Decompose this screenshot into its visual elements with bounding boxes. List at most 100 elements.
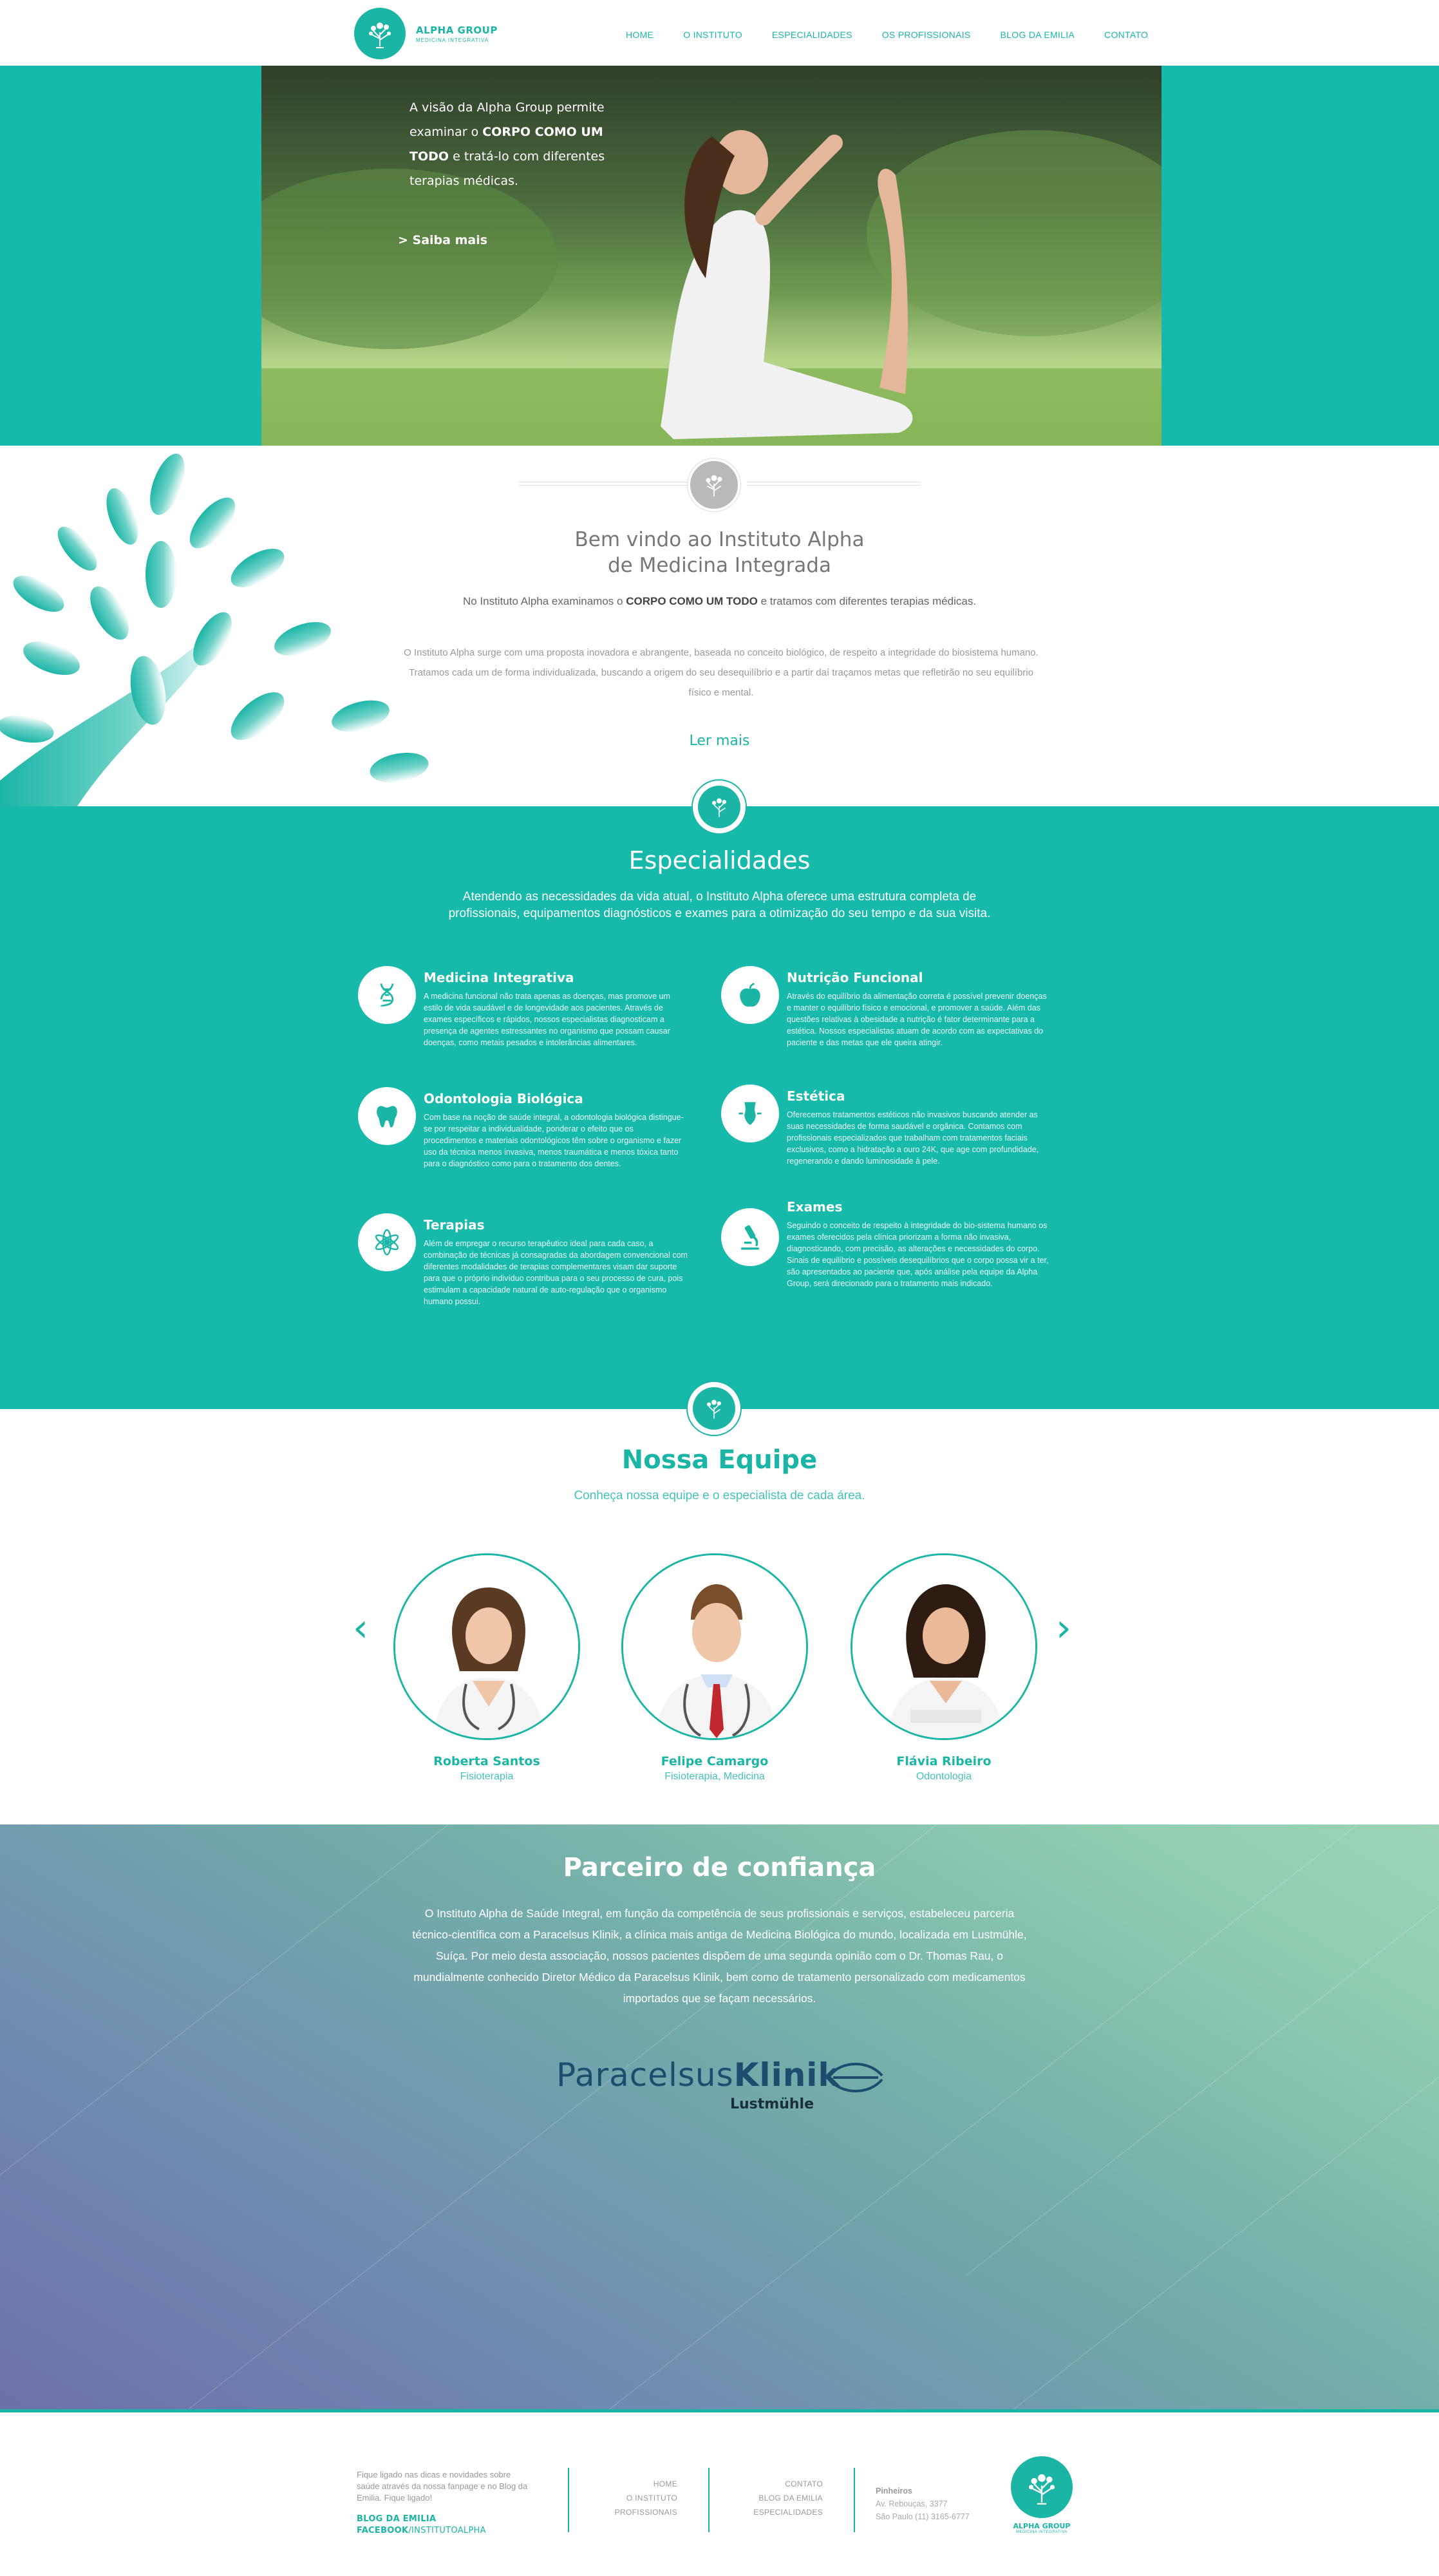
specialties-lead: Atendendo as necessidades da vida atual,… xyxy=(448,890,991,920)
member-role: Odontologia xyxy=(916,1771,972,1782)
dna-icon xyxy=(358,966,416,1024)
welcome-lead-bold: CORPO COMO UM TODO xyxy=(626,595,758,607)
team-lead: Conheça nossa equipe e o especialista de… xyxy=(574,1489,865,1502)
specialty-title: Exames xyxy=(787,1199,843,1215)
brand-name: ALPHA GROUP xyxy=(416,24,498,36)
avatar xyxy=(621,1553,808,1740)
paracelsus-logo-name: ParacelsusKlinik xyxy=(556,2056,840,2094)
team-section: Nossa Equipe Conheça nossa equipe e o es… xyxy=(0,1381,1439,1824)
footer-brand-name: ALPHA GROUP xyxy=(1013,2522,1071,2530)
welcome-title-line: Bem vindo ao Instituto Alpha xyxy=(574,528,865,551)
specialty-text: A medicina funcional não trata apenas as… xyxy=(424,992,670,1047)
footer-facebook-handle: /INSTITUTOALPHA xyxy=(408,2526,486,2535)
specialty-text: Através do equilíbrio da alimentação cor… xyxy=(787,992,1047,1047)
brand-tagline: MEDICINA INTEGRATIVA xyxy=(416,37,489,43)
member-name: Flávia Ribeiro xyxy=(896,1754,992,1768)
tree-emblem-icon xyxy=(691,779,747,835)
paracelsus-logo-name-part: Paracelsus xyxy=(556,2056,734,2094)
team-member[interactable]: Felipe Camargo Fisioterapia, Medicina xyxy=(618,1553,811,1783)
background-stripe xyxy=(0,1824,887,2276)
apple-icon xyxy=(721,966,779,1024)
divider-left xyxy=(519,482,693,486)
footer-facebook-label: FACEBOOK xyxy=(357,2526,409,2535)
paracelsus-logo-sub: Lustmühle xyxy=(730,2096,814,2112)
welcome-lead-part: No Instituto Alpha examinamos o xyxy=(462,595,626,607)
paracelsus-emblem-icon xyxy=(828,2063,883,2092)
paracelsus-logo[interactable]: ParacelsusKlinik Lustmühle xyxy=(556,2056,891,2121)
member-role: Fisioterapia, Medicina xyxy=(664,1771,765,1782)
footer-separator xyxy=(708,2468,710,2532)
specialty-text: Com base na noção de saúde integral, a o… xyxy=(424,1113,684,1168)
specialties-section: Especialidades Atendendo as necessidades… xyxy=(0,779,1439,1409)
avatar xyxy=(393,1553,580,1740)
partner-section: Parceiro de confiança O Instituto Alpha … xyxy=(0,1824,1439,2409)
footer-facebook-link[interactable]: FACEBOOK/INSTITUTOALPHA xyxy=(357,2526,486,2535)
footer-link-especialidades[interactable]: ESPECIALIDADES xyxy=(747,2505,823,2519)
footer-separator xyxy=(854,2468,855,2532)
specialty-title: Estética xyxy=(787,1088,845,1104)
background-stripe xyxy=(966,1824,1439,2276)
tree-emblem-icon xyxy=(688,459,740,511)
address-line: Av. Rebouças, 3377 xyxy=(876,2499,948,2508)
tree-decoration xyxy=(0,453,429,806)
carousel-prev-icon[interactable]: ‹ xyxy=(353,1609,368,1647)
nav-blog[interactable]: BLOG DA EMILIA xyxy=(1001,30,1075,40)
footer-menu-2: CONTATO BLOG DA EMILIA ESPECIALIDADES xyxy=(747,2477,823,2519)
nav-home[interactable]: HOME xyxy=(626,30,654,40)
address-title: Pinheiros xyxy=(876,2486,912,2496)
specialty-title: Medicina Integrativa xyxy=(424,970,574,985)
nav-profissionais[interactable]: OS PROFISSIONAIS xyxy=(882,30,971,40)
specialty-text: Seguindo o conceito de respeito à integr… xyxy=(787,1221,1049,1288)
footer-logo[interactable]: ALPHA GROUP MEDICINA INTEGRATIVA xyxy=(1008,2456,1075,2534)
hero-more-link[interactable]: > Saiba mais xyxy=(398,233,487,247)
footer-address: Pinheiros Av. Rebouças, 3377 São Paulo (… xyxy=(876,2485,970,2523)
divider-right xyxy=(747,482,921,486)
specialty-text: Oferecemos tratamentos estéticos não inv… xyxy=(787,1110,1039,1166)
specialty-text: Além de empregar o recurso terapêutico i… xyxy=(424,1239,688,1306)
footer-link-blog[interactable]: BLOG DA EMILIA xyxy=(747,2491,823,2505)
footer-message: Fique ligado nas dicas e novidades sobre… xyxy=(357,2470,528,2503)
lotus-icon xyxy=(358,1213,416,1271)
footer-link-profissionais[interactable]: PROFISSIONAIS xyxy=(605,2505,677,2519)
site-header: ALPHA GROUP MEDICINA INTEGRATIVA HOME O … xyxy=(0,0,1439,66)
specialty-title: Terapias xyxy=(424,1217,485,1233)
tree-emblem-icon xyxy=(686,1381,742,1436)
site-footer: Fique ligado nas dicas e novidades sobre… xyxy=(0,2412,1439,2576)
address-line: São Paulo (11) 3165-6777 xyxy=(876,2512,970,2521)
team-member[interactable]: Roberta Santos Fisioterapia xyxy=(390,1553,583,1783)
footer-separator xyxy=(568,2468,569,2532)
read-more-link[interactable]: Ler mais xyxy=(0,733,1439,749)
welcome-title: Bem vindo ao Instituto Alpha de Medicina… xyxy=(0,527,1439,578)
hero-yoga-photo xyxy=(261,130,1162,446)
avatar xyxy=(851,1553,1037,1740)
tooth-icon xyxy=(358,1087,416,1145)
tree-logo-icon xyxy=(354,8,406,59)
welcome-lead-part: e tratamos com diferentes terapias médic… xyxy=(757,595,977,607)
carousel-next-icon[interactable]: › xyxy=(1056,1609,1071,1647)
nav-especialidades[interactable]: ESPECIALIDADES xyxy=(772,30,852,40)
specialty-title: Odontologia Biológica xyxy=(424,1091,583,1106)
footer-link-home[interactable]: HOME xyxy=(605,2477,677,2491)
nav-contato[interactable]: CONTATO xyxy=(1104,30,1148,40)
footer-link-contato[interactable]: CONTATO xyxy=(747,2477,823,2491)
main-nav: HOME O INSTITUTO ESPECIALIDADES OS PROFI… xyxy=(626,30,1148,40)
partner-title: Parceiro de confiança xyxy=(563,1853,876,1882)
partner-body: O Instituto Alpha de Saúde Integral, em … xyxy=(412,1907,1027,2005)
team-title: Nossa Equipe xyxy=(621,1445,818,1475)
welcome-body: O Instituto Alpha surge com uma proposta… xyxy=(404,647,1039,698)
footer-menu-1: HOME O INSTITUTO PROFISSIONAIS xyxy=(605,2477,677,2519)
welcome-lead: No Instituto Alpha examinamos o CORPO CO… xyxy=(0,595,1439,608)
tree-logo-icon xyxy=(1011,2456,1073,2518)
paracelsus-logo-name-bold: Klinik xyxy=(733,2056,840,2094)
brand-logo[interactable]: ALPHA GROUP MEDICINA INTEGRATIVA xyxy=(354,8,498,59)
welcome-title-line: de Medicina Integrada xyxy=(608,554,831,577)
footer-link-instituto[interactable]: O INSTITUTO xyxy=(605,2491,677,2505)
specialties-title: Especialidades xyxy=(628,846,811,875)
footer-brand-tagline: MEDICINA INTEGRATIVA xyxy=(1016,2530,1067,2534)
hero-banner: A visão da Alpha Group permite examinar … xyxy=(261,66,1162,446)
nav-instituto[interactable]: O INSTITUTO xyxy=(683,30,742,40)
welcome-section: Bem vindo ao Instituto Alpha de Medicina… xyxy=(0,446,1439,806)
team-member[interactable]: Flávia Ribeiro Odontologia xyxy=(847,1553,1040,1783)
member-name: Felipe Camargo xyxy=(661,1754,769,1768)
footer-blog-link[interactable]: BLOG DA EMILIA xyxy=(357,2514,436,2524)
